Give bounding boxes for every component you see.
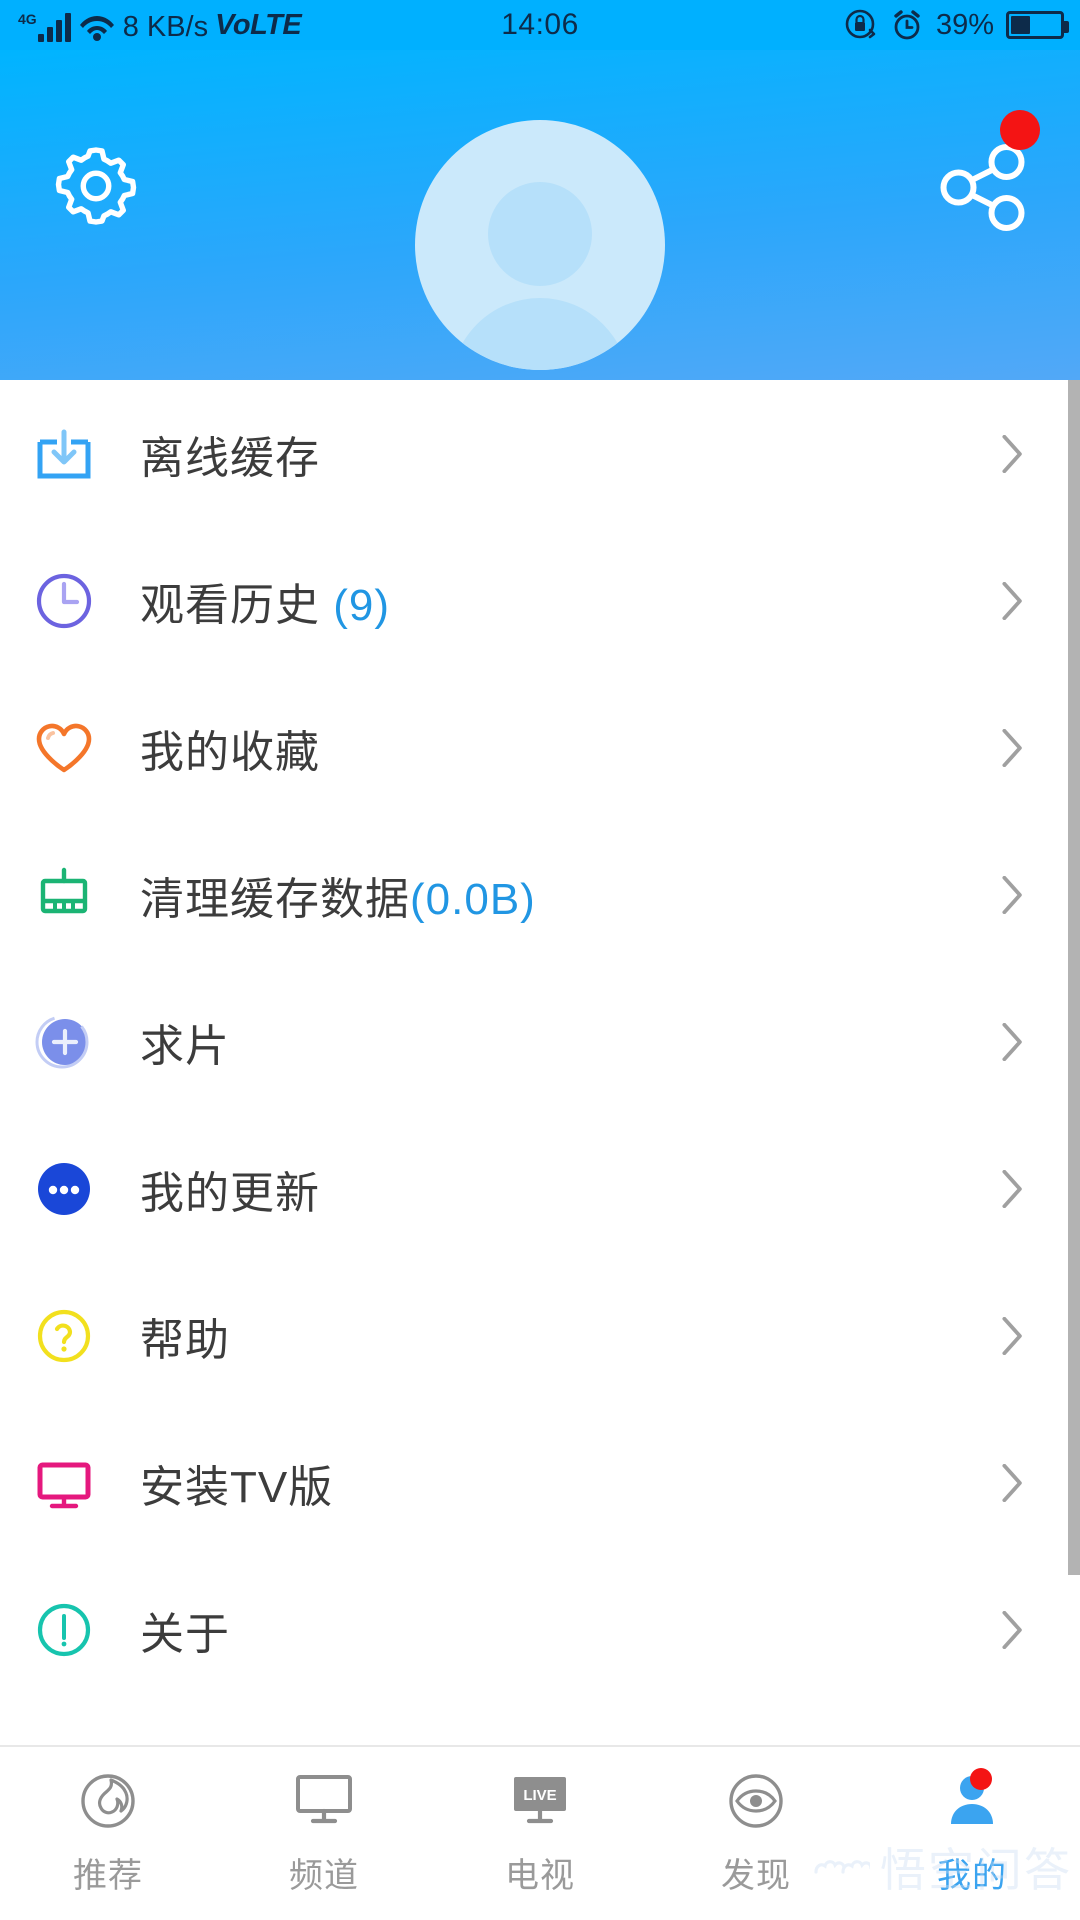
download-box-icon [28, 418, 100, 490]
settings-menu-list: 离线缓存 观看历史 (9) 我的收藏 清理缓存数据(0.0B) 求片 我的更新 … [0, 380, 1080, 1745]
menu-item-help[interactable]: 帮助 [0, 1262, 1080, 1409]
bottom-navigation-bar: 推荐 频道 LIVE 电视 发现 我的 悟空问答 [0, 1745, 1080, 1920]
tab-channel[interactable]: 频道 [216, 1770, 432, 1897]
broom-icon [28, 859, 100, 931]
tab-recommend[interactable]: 推荐 [0, 1770, 216, 1897]
tab-label: 推荐 [73, 1857, 143, 1895]
avatar-body-shape [451, 298, 629, 370]
mine-notification-badge [970, 1768, 992, 1790]
flame-circle-icon [74, 1770, 142, 1832]
menu-item-watch-history[interactable]: 观看历史 (9) [0, 527, 1080, 674]
chevron-right-icon [1002, 1022, 1022, 1061]
menu-item-about[interactable]: 关于 [0, 1556, 1080, 1703]
tab-label: 电视 [505, 1857, 575, 1895]
status-bar-left: 4G 8 KB/s VoLTE [16, 8, 302, 43]
live-tv-icon: LIVE [506, 1770, 574, 1832]
avatar-head-shape [488, 182, 592, 286]
status-bar: 4G 8 KB/s VoLTE 14:06 39% [0, 0, 1080, 50]
menu-item-label: 安装TV版 [140, 1462, 334, 1512]
avatar[interactable] [415, 120, 665, 370]
menu-item-label: 我的更新 [140, 1168, 320, 1218]
chevron-right-icon [1002, 875, 1022, 914]
tab-tv[interactable]: LIVE 电视 [432, 1770, 648, 1897]
chevron-right-icon [1002, 1610, 1022, 1649]
chevron-right-icon [1002, 581, 1022, 620]
question-circle-icon [28, 1300, 100, 1372]
menu-item-label: 求片 [140, 1021, 230, 1071]
wifi-icon [79, 15, 114, 41]
plus-circle-icon [28, 1006, 100, 1078]
share-icon[interactable] [936, 138, 1032, 234]
menu-item-label: 我的收藏 [140, 727, 320, 777]
battery-icon [1006, 11, 1069, 39]
menu-item-offline-cache[interactable]: 离线缓存 [0, 380, 1080, 527]
alarm-clock-icon [894, 10, 920, 40]
monitor-icon [28, 1447, 100, 1519]
menu-item-label: 离线缓存 [140, 433, 320, 483]
signal-icon: 4G [16, 12, 71, 42]
app-root: 4G 8 KB/s VoLTE 14:06 39% 离线缓存 观看历史 (9) … [0, 0, 1080, 1920]
menu-item-label: 观看历史 (9) [140, 580, 390, 630]
chevron-right-icon [1002, 434, 1022, 473]
menu-item-request-video[interactable]: 求片 [0, 968, 1080, 1115]
menu-item-my-updates[interactable]: 我的更新 [0, 1115, 1080, 1262]
menu-item-install-tv[interactable]: 安装TV版 [0, 1409, 1080, 1556]
tab-mine[interactable]: 我的 [864, 1768, 1080, 1897]
vertical-scrollbar[interactable] [1068, 380, 1080, 1575]
battery-percent-label: 39% [935, 8, 994, 41]
chevron-right-icon [1002, 728, 1022, 767]
network-type-label: 4G [18, 10, 37, 27]
chevron-right-icon [1002, 1316, 1022, 1355]
rotation-lock-icon [845, 9, 876, 39]
gear-icon[interactable] [48, 138, 144, 234]
monitor-icon [290, 1770, 358, 1832]
volte-label: VoLTE [215, 8, 302, 41]
tab-label: 我的 [937, 1857, 1007, 1895]
heart-icon [28, 712, 100, 784]
status-bar-right: 39% [844, 8, 1069, 42]
ellipsis-circle-icon [28, 1153, 100, 1225]
live-label: LIVE [523, 1787, 556, 1804]
person-icon [938, 1768, 1006, 1832]
profile-header [0, 50, 1080, 380]
menu-item-favorites[interactable]: 我的收藏 [0, 674, 1080, 821]
menu-item-label: 帮助 [140, 1315, 230, 1365]
chevron-right-icon [1002, 1463, 1022, 1502]
tab-label: 频道 [289, 1857, 359, 1895]
menu-item-label: 清理缓存数据(0.0B) [140, 874, 536, 924]
share-notification-badge [1000, 110, 1040, 150]
chevron-right-icon [1002, 1169, 1022, 1208]
eye-circle-icon [722, 1770, 790, 1832]
clock-icon [28, 565, 100, 637]
tab-discover[interactable]: 发现 [648, 1770, 864, 1897]
tab-label: 发现 [721, 1857, 791, 1895]
network-speed-label: 8 KB/s [122, 10, 209, 43]
menu-item-label: 关于 [140, 1609, 230, 1659]
exclamation-circle-icon [28, 1594, 100, 1666]
menu-item-clear-cache[interactable]: 清理缓存数据(0.0B) [0, 821, 1080, 968]
